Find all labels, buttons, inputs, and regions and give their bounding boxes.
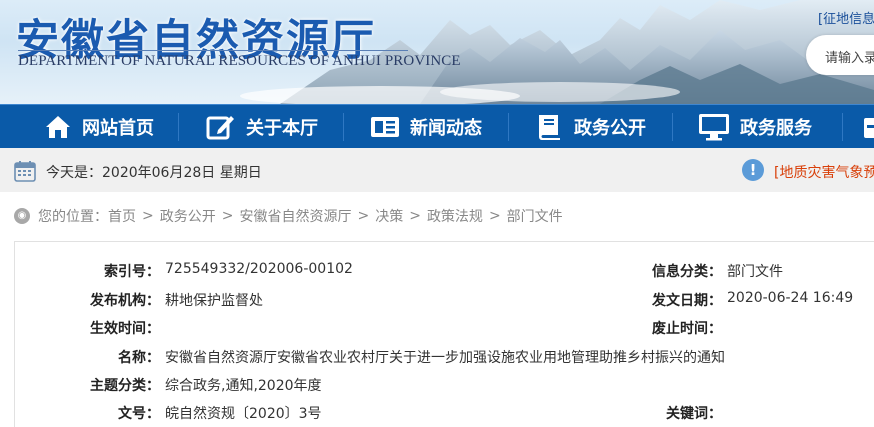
- nav-divider: [178, 113, 179, 141]
- logo-divider: [18, 50, 408, 51]
- search-box[interactable]: 请输入录: [806, 35, 874, 75]
- doc-name-value: 安徽省自然资源厅安徽省农业农村厅关于进一步加强设施农业用地管理助推乡村振兴的通知: [165, 350, 725, 366]
- site-logo-subtitle: DEPARTMENT OF NATURAL RESOURCES OF ANHUI…: [18, 53, 461, 69]
- current-date: 今天是：2020年06月28日 星期日: [46, 165, 262, 181]
- notice-link[interactable]: [地质灾害气象预: [774, 162, 874, 182]
- abolish-date-label: 废止时间：: [652, 321, 722, 337]
- index-no-value: 725549332/202006-00102: [165, 261, 353, 277]
- news-icon: [371, 117, 399, 137]
- breadcrumb-item-gov-affairs[interactable]: 政务公开: [160, 206, 216, 226]
- breadcrumb-item-policy[interactable]: 政策法规: [427, 206, 483, 226]
- breadcrumb-item-dept-docs[interactable]: 部门文件: [507, 206, 563, 226]
- land-info-link[interactable]: [征地信息: [818, 8, 874, 27]
- location-icon: ◉: [14, 208, 30, 224]
- nav-divider: [672, 113, 673, 141]
- category-label: 信息分类：: [652, 264, 722, 280]
- main-nav: 网站首页 关于本厅 新闻动态 政务公开 政务服务: [0, 104, 874, 148]
- nav-item-more[interactable]: [862, 105, 874, 149]
- effective-date-label: 生效时间：: [90, 321, 160, 337]
- nav-label: 网站首页: [82, 118, 154, 139]
- monitor-icon: [699, 114, 729, 141]
- info-bar: 今天是：2020年06月28日 星期日 ! [地质灾害气象预: [0, 148, 874, 192]
- breadcrumb-separator: >: [488, 208, 501, 224]
- topic-label: 主题分类：: [90, 378, 160, 394]
- nav-item-about[interactable]: 关于本厅: [206, 105, 318, 149]
- nav-label: 政务公开: [574, 118, 646, 139]
- site-header: 安徽省自然资源厅 DEPARTMENT OF NATURAL RESOURCES…: [0, 0, 874, 104]
- search-input[interactable]: 请输入录: [825, 47, 874, 66]
- topic-value: 综合政务,通知,2020年度: [165, 378, 322, 394]
- breadcrumb-separator: >: [221, 208, 234, 224]
- nav-divider: [343, 113, 344, 141]
- home-icon: [46, 116, 70, 138]
- keywords-label: 关键词：: [666, 406, 722, 422]
- breadcrumb: ◉ 您的位置： 首页 > 政务公开 > 安徽省自然资源厅 > 决策 > 政策法规…: [14, 206, 563, 226]
- doc-no-value: 皖自然资规〔2020〕3号: [165, 406, 322, 422]
- edit-icon: [206, 116, 234, 140]
- notice-icon: !: [742, 159, 764, 181]
- folder-icon: [864, 118, 874, 138]
- issue-date-value: 2020-06-24 16:49: [727, 290, 854, 306]
- nav-label: 新闻动态: [410, 118, 482, 139]
- breadcrumb-prefix: 您的位置：: [38, 209, 108, 225]
- breadcrumb-separator: >: [357, 208, 370, 224]
- breadcrumb-item-home[interactable]: 首页: [108, 206, 136, 226]
- nav-item-home[interactable]: 网站首页: [44, 105, 154, 149]
- breadcrumb-item-department[interactable]: 安徽省自然资源厅: [239, 206, 351, 226]
- doc-name-label: 名称：: [118, 350, 160, 366]
- issue-date-label: 发文日期：: [652, 293, 722, 309]
- nav-item-gov-services[interactable]: 政务服务: [698, 105, 812, 149]
- nav-divider: [508, 113, 509, 141]
- nav-item-news[interactable]: 新闻动态: [370, 105, 482, 149]
- calendar-icon: [14, 161, 36, 182]
- nav-label: 关于本厅: [246, 118, 318, 139]
- doc-no-label: 文号：: [118, 406, 160, 422]
- nav-divider: [842, 113, 843, 141]
- nav-item-gov-affairs[interactable]: 政务公开: [536, 105, 646, 149]
- breadcrumb-item-decision[interactable]: 决策: [375, 206, 403, 226]
- book-icon: [539, 115, 560, 140]
- publisher-label: 发布机构：: [90, 293, 160, 309]
- index-no-label: 索引号：: [104, 264, 160, 280]
- breadcrumb-separator: >: [142, 208, 154, 224]
- publisher-value: 耕地保护监督处: [165, 293, 263, 309]
- category-value: 部门文件: [727, 264, 783, 280]
- breadcrumb-separator: >: [409, 208, 421, 224]
- nav-label: 政务服务: [740, 118, 812, 139]
